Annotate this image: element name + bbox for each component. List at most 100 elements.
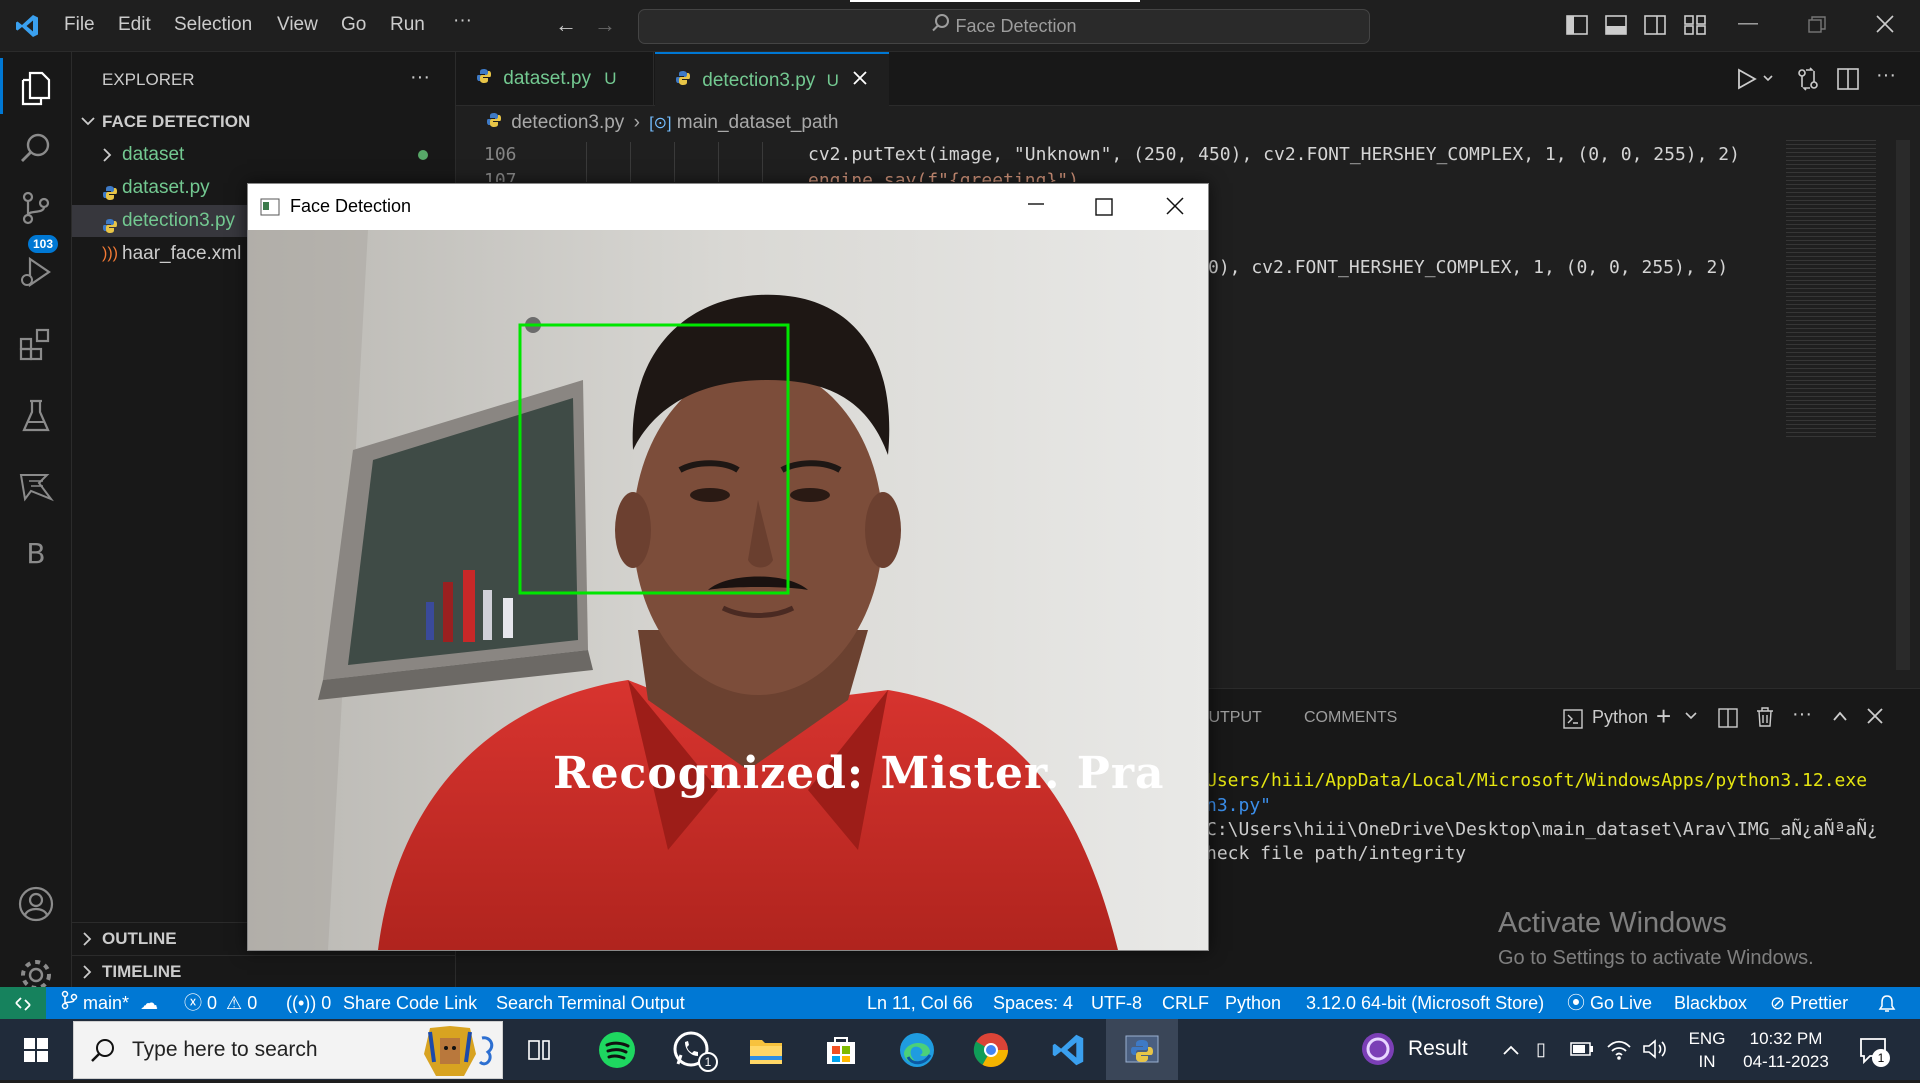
command-center-search[interactable]: Face Detection (638, 9, 1370, 44)
vscode-taskbar-icon[interactable] (1032, 1019, 1104, 1080)
chrome-icon[interactable] (955, 1019, 1027, 1080)
python-file-icon (476, 52, 492, 106)
python-taskbar-icon[interactable] (1106, 1019, 1178, 1080)
prettier-item[interactable]: ⊘ Prettier (1770, 987, 1848, 1019)
toggle-primary-sidebar-icon[interactable] (1566, 15, 1588, 40)
explorer-icon[interactable] (0, 58, 72, 118)
tab-dataset-py[interactable]: dataset.py U (456, 52, 654, 106)
menu-selection[interactable]: Selection (174, 14, 252, 36)
close-icon[interactable] (1875, 14, 1895, 39)
terminal-line: n3.py" (1206, 795, 1272, 816)
editor-more-icon[interactable]: ··· (1876, 64, 1896, 87)
breadcrumb-symbol[interactable]: main_dataset_path (677, 112, 839, 133)
language-top: ENG (1688, 1029, 1726, 1048)
source-control-icon[interactable] (0, 178, 72, 238)
split-editor-icon[interactable] (1837, 68, 1859, 95)
menu-view[interactable]: View (277, 14, 318, 36)
code-line[interactable]: cv2.putText(image, "Unknown", (250, 450)… (808, 144, 1838, 165)
tray-device-icon[interactable]: ▯ (1536, 1039, 1546, 1060)
branch-item[interactable]: main* ☁ (60, 987, 158, 1020)
microsoft-store-icon[interactable] (805, 1019, 877, 1080)
menu-edit[interactable]: Edit (118, 14, 151, 36)
share-code-link[interactable]: Share Code Link (343, 987, 477, 1019)
timeline-section[interactable]: TIMELINE (72, 955, 456, 987)
tab-detection3-py[interactable]: detection3.py U (655, 52, 889, 107)
accounts-icon[interactable] (0, 874, 72, 934)
problems-item[interactable]: ⓧ 0 ⚠ 0 (184, 987, 257, 1019)
maximize-panel-icon[interactable] (1832, 709, 1848, 728)
end-of-line[interactable]: CRLF (1162, 987, 1209, 1019)
tab-comments[interactable]: COMMENTS (1304, 709, 1397, 727)
go-live-item[interactable]: ⦿ Go Live (1567, 987, 1652, 1019)
show-hidden-icons-chevron[interactable] (1502, 1043, 1520, 1061)
toggle-secondary-sidebar-icon[interactable] (1644, 15, 1666, 40)
encoding[interactable]: UTF-8 (1091, 987, 1142, 1019)
code-line[interactable]: 0), cv2.FONT_HERSHEY_COMPLEX, 1, (0, 0, … (1208, 257, 1728, 278)
chevron-down-icon[interactable] (1684, 709, 1698, 728)
windows-start-icon[interactable] (0, 1019, 72, 1080)
close-panel-icon[interactable] (1866, 707, 1884, 730)
explorer-more-icon[interactable]: ··· (410, 66, 430, 89)
breadcrumb-file[interactable]: detection3.py (511, 112, 624, 133)
extensions-icon[interactable] (0, 314, 72, 374)
wifi-icon[interactable] (1606, 1037, 1632, 1066)
language-indicator[interactable]: ENG IN (1684, 1027, 1730, 1073)
remote-explorer-icon[interactable] (0, 456, 72, 516)
code-line[interactable]: engine.say(f"{greeting}") (808, 170, 1079, 182)
python-interpreter[interactable]: 3.12.0 64-bit (Microsoft Store) (1306, 987, 1544, 1019)
forward-arrow-icon[interactable]: → (594, 12, 616, 38)
remote-indicator-icon[interactable] (0, 987, 46, 1019)
window-maximize-icon[interactable] (1095, 198, 1113, 221)
blackbox-item[interactable]: Blackbox (1674, 987, 1747, 1019)
folder-face-detection[interactable]: FACE DETECTION (72, 106, 456, 138)
restore-icon[interactable] (1808, 16, 1826, 39)
ports-item[interactable]: ((•)) 0 (286, 987, 331, 1019)
whatsapp-icon[interactable]: 1 (656, 1019, 728, 1080)
trash-icon[interactable] (1756, 707, 1774, 732)
new-terminal-icon[interactable]: + (1656, 701, 1671, 732)
run-debug-icon[interactable] (0, 242, 72, 302)
minimize-icon[interactable]: — (1738, 12, 1758, 35)
search-terminal-output[interactable]: Search Terminal Output (496, 987, 685, 1019)
battery-icon[interactable] (1570, 1041, 1594, 1062)
back-arrow-icon[interactable]: ← (555, 12, 577, 38)
edge-browser-icon[interactable] (881, 1019, 953, 1080)
face-detection-window[interactable]: Face Detection Recognized: Mister. Pra (247, 183, 1209, 951)
spotify-icon[interactable] (581, 1019, 653, 1080)
tab-close-icon[interactable] (852, 54, 868, 108)
blackbox-extension-icon[interactable]: B (0, 523, 72, 583)
window-minimize-icon[interactable] (1026, 194, 1046, 219)
customize-layout-icon[interactable] (1684, 15, 1706, 40)
tree-item-dataset-folder[interactable]: dataset (72, 139, 456, 171)
prettier-label: Prettier (1790, 993, 1849, 1013)
panel-more-icon[interactable]: ··· (1792, 703, 1812, 726)
variable-symbol-icon: [⊙] (649, 115, 672, 133)
scrollbar[interactable] (1896, 140, 1910, 670)
search-icon[interactable] (0, 118, 72, 178)
terminal-name[interactable]: Python (1592, 707, 1648, 728)
cursor-position[interactable]: Ln 11, Col 66 (867, 987, 973, 1019)
clock[interactable]: 10:32 PM 04-11-2023 (1734, 1027, 1838, 1073)
window-close-icon[interactable] (1165, 196, 1185, 221)
menu-run[interactable]: Run (390, 14, 425, 36)
indentation[interactable]: Spaces: 4 (993, 987, 1073, 1019)
testing-flask-icon[interactable] (0, 386, 72, 446)
menu-file[interactable]: File (64, 14, 95, 36)
sync-cloud-icon: ☁ (140, 993, 159, 1013)
split-terminal-icon[interactable] (1718, 708, 1738, 733)
notification-center-icon[interactable]: 1 (1858, 1035, 1890, 1070)
menu-more-icon[interactable]: ··· (453, 10, 472, 32)
window-title-bar[interactable]: Face Detection (248, 184, 1208, 230)
compare-changes-icon[interactable] (1796, 67, 1820, 96)
toggle-panel-icon[interactable] (1605, 15, 1627, 40)
terminal-line: heck file path/integrity (1206, 843, 1467, 864)
notifications-bell-icon[interactable] (1878, 987, 1896, 1019)
run-python-file-icon[interactable] (1736, 67, 1776, 96)
terminal-icon (1563, 709, 1583, 734)
taskbar-search-box[interactable]: Type here to search (73, 1021, 503, 1079)
menu-go[interactable]: Go (341, 14, 366, 36)
file-explorer-icon[interactable] (730, 1019, 802, 1080)
task-view-icon[interactable] (504, 1019, 576, 1080)
volume-icon[interactable] (1642, 1037, 1668, 1066)
language-mode[interactable]: Python (1225, 987, 1281, 1019)
